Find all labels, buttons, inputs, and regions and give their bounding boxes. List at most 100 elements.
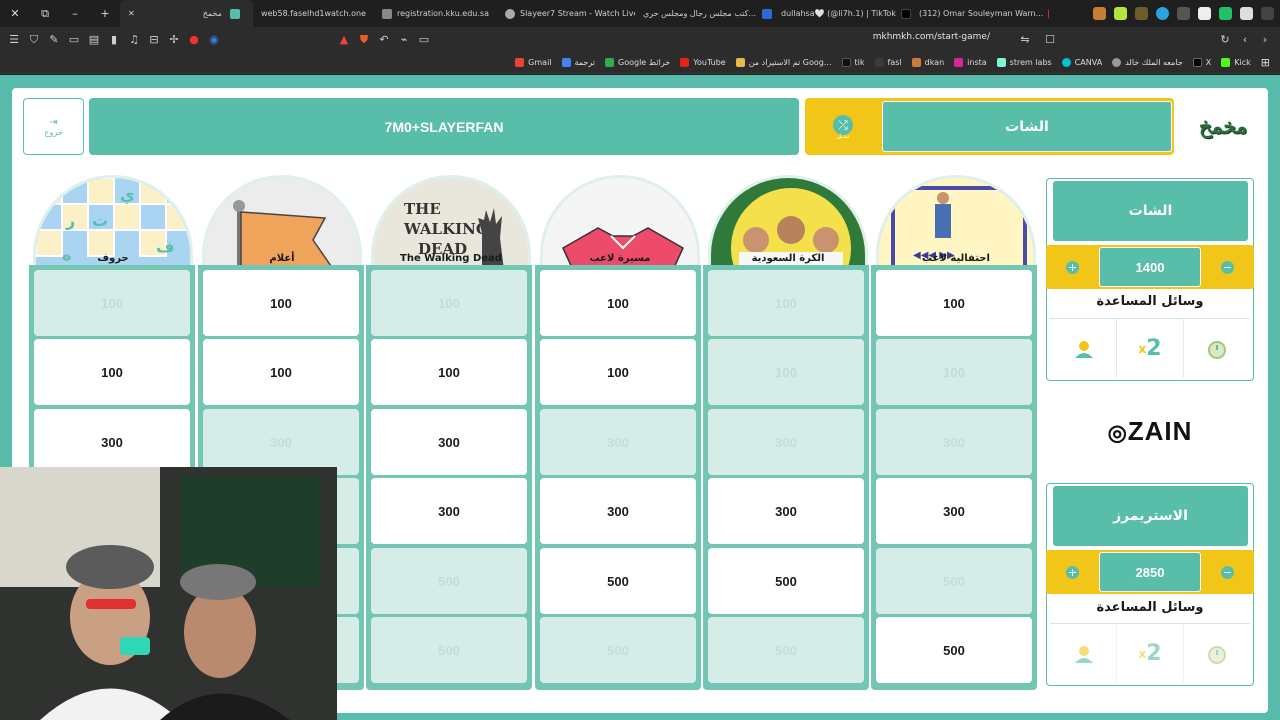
question-cell[interactable]: 500 [708, 548, 864, 614]
tab-active[interactable]: ✕ مخمخ [120, 0, 253, 27]
page-icon[interactable]: ▮ [104, 33, 124, 46]
extension-icon[interactable] [1177, 7, 1190, 20]
timer-icon[interactable] [1183, 624, 1250, 683]
address-bar[interactable]: mkhmkh.com/start-game/ [873, 32, 990, 42]
question-cell[interactable]: 100 [876, 270, 1032, 336]
tab-registration[interactable]: registration.kku.edu.sa [374, 0, 497, 27]
swap-turn-icon[interactable]: ⤮ [833, 115, 853, 135]
minus-icon[interactable]: − [1221, 566, 1234, 579]
extension-icon[interactable] [1093, 7, 1106, 20]
minus-icon[interactable]: − [1221, 261, 1234, 274]
bookmark-canva[interactable]: CANVA [1061, 58, 1102, 67]
extension-icon[interactable] [1219, 7, 1232, 20]
tab-label: (312) Omar Souleyman Warn... [918, 9, 1044, 18]
help-title: وسائل المساعدة [1096, 600, 1204, 615]
tune-icon[interactable]: ⇋ [1015, 33, 1035, 46]
category-label: The Walking Dead [400, 253, 502, 264]
reader-icon[interactable]: ▤ [84, 33, 104, 46]
question-cell[interactable]: 100 [34, 339, 190, 405]
extension-icon[interactable] [1240, 7, 1253, 20]
menu-icon[interactable]: ☰ [4, 33, 24, 46]
question-cell[interactable]: 500 [876, 617, 1032, 683]
forward-icon[interactable]: › [1255, 33, 1275, 46]
telegram-icon[interactable] [1156, 7, 1169, 20]
site-logo[interactable]: مخمخ [1189, 108, 1257, 144]
brave-shield-icon[interactable]: ⛊ [354, 33, 374, 47]
question-cell[interactable]: 100 [371, 339, 527, 405]
shield-icon[interactable]: ⛉ [24, 33, 44, 47]
translate-icon[interactable]: ⌁ [394, 33, 414, 46]
question-cell[interactable]: 300 [876, 478, 1032, 544]
tab-search-icon[interactable]: ⧉ [30, 7, 60, 21]
question-cell: 500 [876, 548, 1032, 614]
category-label: أعلام [269, 253, 295, 264]
alert-icon[interactable]: ▲ [334, 33, 354, 46]
close-window-icon[interactable]: ✕ [0, 7, 30, 20]
bookmark-kick[interactable]: Kick [1221, 58, 1251, 67]
tab-label: dullahsa🤍 (@li7h.1) | TikTok [780, 9, 896, 18]
tab-majlis[interactable]: كتب مجلس رجال ومجلس حري... [635, 0, 773, 27]
bookmark-insta[interactable]: insta [954, 58, 987, 67]
tab-tiktok[interactable]: dullahsa🤍 (@li7h.1) | TikTok [773, 0, 911, 27]
bookmark-kku[interactable]: جامعه الملك خالد [1112, 58, 1183, 67]
extension-icon[interactable] [1198, 7, 1211, 20]
bookmark-dkan[interactable]: dkan [911, 58, 945, 67]
bookmark-youtube[interactable]: YouTube [680, 58, 726, 67]
plus-icon[interactable]: + [1066, 261, 1079, 274]
minimize-icon[interactable]: – [60, 7, 90, 20]
question-cell[interactable]: 100 [540, 339, 696, 405]
cast-icon[interactable]: ▭ [414, 33, 434, 46]
extension-icon[interactable] [1135, 7, 1148, 20]
tab-faselhd[interactable]: web58.faselhd1watch.one [253, 0, 374, 27]
bookmark-fasl[interactable]: fasl [874, 58, 902, 67]
double-icon[interactable]: x2 [1116, 624, 1183, 683]
bookmark-icon[interactable]: ☐ [1040, 33, 1060, 46]
close-tab-icon[interactable]: ✕ [128, 9, 135, 18]
screenshot-icon[interactable]: ⊟ [144, 33, 164, 46]
exit-icon: ⇥ [49, 116, 58, 128]
bookmark-folder[interactable]: تم الاستيراد من Goog... [735, 58, 832, 67]
bookmark-label: dkan [924, 58, 945, 67]
bookmark-translate[interactable]: ترجمة [561, 58, 595, 67]
question-cell[interactable]: 100 [203, 339, 359, 405]
extension-icon[interactable] [1114, 7, 1127, 20]
bookmark-label: strem labs [1009, 58, 1052, 67]
bookmark-maps[interactable]: Google خرائط [605, 58, 670, 67]
question-cell[interactable]: 300 [371, 409, 527, 475]
back-icon[interactable]: ‹ [1235, 33, 1255, 46]
share-icon[interactable]: ↶ [374, 33, 394, 46]
bookmark-x[interactable]: X [1192, 58, 1211, 67]
exit-button[interactable]: ⇥ خروج [23, 98, 84, 155]
extension-icon[interactable]: ✎ [44, 33, 64, 46]
bookmark-tik[interactable]: tik [841, 58, 865, 67]
question-cell[interactable]: 300 [34, 409, 190, 475]
bookmark-streamlabs[interactable]: strem labs [996, 58, 1052, 67]
question-cell[interactable]: 300 [371, 478, 527, 544]
team-score: 2850 [1099, 552, 1201, 592]
category-label: مسيرة لاعب [589, 253, 651, 264]
puzzle-icon[interactable]: ✢ [164, 33, 184, 46]
plus-icon[interactable]: + [1066, 566, 1079, 579]
call-friend-icon[interactable] [1050, 319, 1116, 378]
record-icon[interactable]: ● [184, 33, 204, 46]
question-cell[interactable]: 300 [540, 478, 696, 544]
question-cell[interactable]: 100 [203, 270, 359, 336]
bookmark-gmail[interactable]: Gmail [515, 58, 552, 67]
extension-icon[interactable] [1261, 7, 1274, 20]
call-friend-icon[interactable] [1050, 624, 1116, 683]
bookmarks-bar: Gmail ترجمة Google خرائط YouTube تم الاس… [0, 52, 1280, 74]
question-cell[interactable]: 300 [708, 478, 864, 544]
question-cell[interactable]: 100 [540, 270, 696, 336]
new-tab-icon[interactable]: + [90, 7, 120, 20]
double-icon[interactable]: x2 [1116, 319, 1183, 378]
reload-icon[interactable]: ↻ [1215, 33, 1235, 46]
timer-icon[interactable] [1183, 319, 1250, 378]
tab-slayeer[interactable]: Slayeer7 Stream - Watch Live [497, 0, 635, 27]
tab-label: Slayeer7 Stream - Watch Live [519, 9, 635, 18]
question-cell[interactable]: 500 [540, 548, 696, 614]
tab-youtube[interactable]: (312) Omar Souleyman Warn... [911, 0, 1049, 27]
music-icon[interactable]: ♫ [124, 33, 144, 46]
globe-icon[interactable]: ◉ [204, 33, 224, 46]
sidebar-icon[interactable]: ▭ [64, 33, 84, 46]
apps-grid-icon[interactable]: ⊞ [1261, 56, 1270, 69]
